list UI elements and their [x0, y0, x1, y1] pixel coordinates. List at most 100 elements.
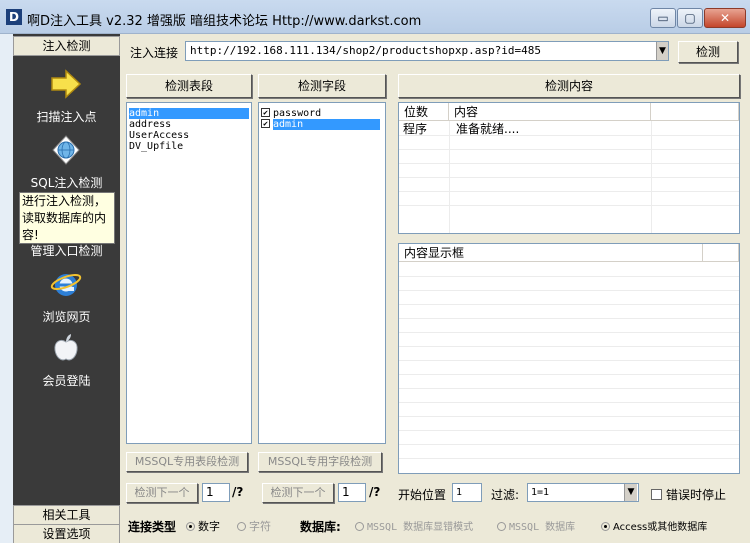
grid-divider [399, 276, 739, 277]
grid-divider [399, 135, 739, 136]
tables-list[interactable]: admin address UserAccess DV_Upfile [126, 102, 252, 444]
radio-dot[interactable] [186, 522, 195, 531]
database-label: 数据库: [300, 520, 341, 534]
grid-divider [399, 177, 739, 178]
table-page-input[interactable]: 1 [202, 483, 230, 502]
sidebar-item-label: 浏览网页 [42, 310, 91, 324]
grid-divider [399, 304, 739, 305]
list-item[interactable]: DV_Upfile [129, 141, 183, 152]
stop-on-error-checkbox[interactable]: 错误时停止 [651, 486, 726, 503]
sidebar-item-label: 扫描注入点 [36, 110, 97, 124]
ie-browser-icon [50, 274, 82, 296]
filter-select[interactable]: 1=1 [527, 483, 639, 502]
tooltip: 进行注入检测，读取数据库的内容! [19, 192, 115, 244]
next-field-button[interactable]: 检测下一个 [262, 483, 334, 503]
maximize-button[interactable]: ▢ [677, 8, 703, 28]
sidebar-tab-inject[interactable]: 注入检测 [13, 36, 120, 56]
radio-label: 数字 [198, 520, 220, 533]
window-title: 啊D注入工具 v2.32 增强版 暗组技术论坛 Http://www.darks… [27, 14, 422, 29]
field-label: admin [273, 119, 380, 130]
next-table-button[interactable]: 检测下一个 [126, 483, 198, 503]
mssql-table-detect-button[interactable]: MSSQL专用表段检测 [126, 452, 248, 472]
mssql-field-detect-button[interactable]: MSSQL专用字段检测 [258, 452, 382, 472]
apple-icon [54, 334, 78, 361]
radio-label: MSSQL 数据库显错模式 [367, 522, 474, 533]
radio-label: 字符 [249, 520, 271, 533]
field-page-input[interactable]: 1 [338, 483, 366, 502]
conn-type-number-radio[interactable]: 数字 [186, 518, 220, 534]
sidebar-item-label: 会员登陆 [42, 374, 91, 388]
field-checkbox[interactable]: ✔ [261, 108, 270, 117]
column-header-blank[interactable] [651, 103, 739, 121]
sidebar-tab-settings[interactable]: 设置选项 [13, 524, 120, 543]
column-header[interactable]: 内容 [449, 103, 651, 121]
app-logo-icon: D [6, 9, 22, 25]
fields-list[interactable]: ✔ password ✔ admin [258, 102, 386, 444]
checkbox-label: 错误时停止 [666, 488, 727, 502]
content-display-box[interactable]: 内容显示框 [398, 243, 740, 474]
grid-divider [399, 374, 739, 375]
radio-dot[interactable] [355, 522, 364, 531]
arrow-right-icon [51, 69, 82, 99]
sidebar-item-member-login[interactable]: 会员登陆 [13, 332, 120, 388]
filter-dropdown-button[interactable]: ▼ [624, 484, 637, 501]
tables-header-button[interactable]: 检测表段 [126, 74, 252, 98]
title-bar: D 啊D注入工具 v2.32 增强版 暗组技术论坛 Http://www.dar… [0, 0, 750, 34]
connection-type-label: 连接类型 [128, 520, 177, 534]
sidebar-item-label: 管理入口检测 [30, 244, 103, 258]
content-header-button[interactable]: 检测内容 [398, 74, 740, 98]
radio-dot[interactable] [601, 522, 610, 531]
list-item[interactable]: ✔ admin [261, 119, 383, 130]
field-page-total: /? [369, 485, 381, 499]
globe-icon [52, 135, 80, 165]
list-item[interactable]: address [129, 119, 171, 130]
sidebar-tab-tools[interactable]: 相关工具 [13, 505, 120, 525]
column-header[interactable]: 内容显示框 [399, 244, 703, 262]
list-item[interactable]: admin [129, 108, 249, 119]
field-checkbox[interactable]: ✔ [261, 119, 270, 128]
grid-divider [399, 318, 739, 319]
grid-divider [399, 402, 739, 403]
grid-divider [399, 205, 739, 206]
sidebar-item-label: SQL注入检测 [30, 176, 103, 190]
close-button[interactable]: ✕ [704, 8, 746, 28]
grid-divider [399, 149, 739, 150]
conn-type-string-radio[interactable]: 字符 [237, 518, 271, 534]
grid-divider [399, 346, 739, 347]
grid-divider [399, 360, 739, 361]
url-label: 注入连接 [130, 46, 179, 60]
db-mssql-error-radio[interactable]: MSSQL 数据库显错模式 [355, 518, 473, 533]
sidebar-item-browse[interactable]: 浏览网页 [13, 268, 120, 324]
radio-dot[interactable] [497, 522, 506, 531]
grid-divider [399, 430, 739, 431]
filter-label: 过滤: [491, 488, 520, 502]
grid-divider [399, 416, 739, 417]
fields-header-button[interactable]: 检测字段 [258, 74, 386, 98]
grid-divider [399, 191, 739, 192]
minimize-button[interactable]: ▭ [650, 8, 676, 28]
table-cell: 准备就绪.... [456, 122, 520, 136]
sidebar-item-scan[interactable]: 扫描注入点 [13, 68, 120, 128]
list-item[interactable]: ✔ password [261, 108, 321, 119]
radio-dot[interactable] [237, 522, 246, 531]
grid-divider [399, 458, 739, 459]
db-access-radio[interactable]: Access或其他数据库 [601, 518, 707, 533]
url-input[interactable]: http://192.168.111.134/shop2/productshop… [185, 41, 669, 61]
grid-divider [399, 163, 739, 164]
grid-divider [399, 388, 739, 389]
grid-divider [399, 444, 739, 445]
sidebar-item-sql-inject[interactable]: SQL注入检测 [13, 134, 120, 192]
column-header-blank[interactable] [703, 244, 739, 262]
column-header[interactable]: 位数 [399, 103, 449, 121]
radio-label: Access或其他数据库 [613, 522, 708, 533]
table-page-total: /? [232, 485, 244, 499]
result-grid[interactable]: 位数 内容 程序 准备就绪.... [398, 102, 740, 234]
checkbox-box[interactable] [651, 489, 662, 500]
detect-button[interactable]: 检测 [678, 41, 738, 63]
sidebar: 注入检测 扫描注入点 SQL注入检测 管理入口检测 浏览网页 会员登陆 相关工具… [13, 34, 120, 543]
db-mssql-radio[interactable]: MSSQL 数据库 [497, 518, 575, 533]
table-cell: 程序 [403, 122, 428, 136]
list-item[interactable]: UserAccess [129, 130, 189, 141]
url-dropdown-button[interactable]: ▼ [656, 42, 668, 60]
start-position-input[interactable]: 1 [452, 483, 482, 502]
